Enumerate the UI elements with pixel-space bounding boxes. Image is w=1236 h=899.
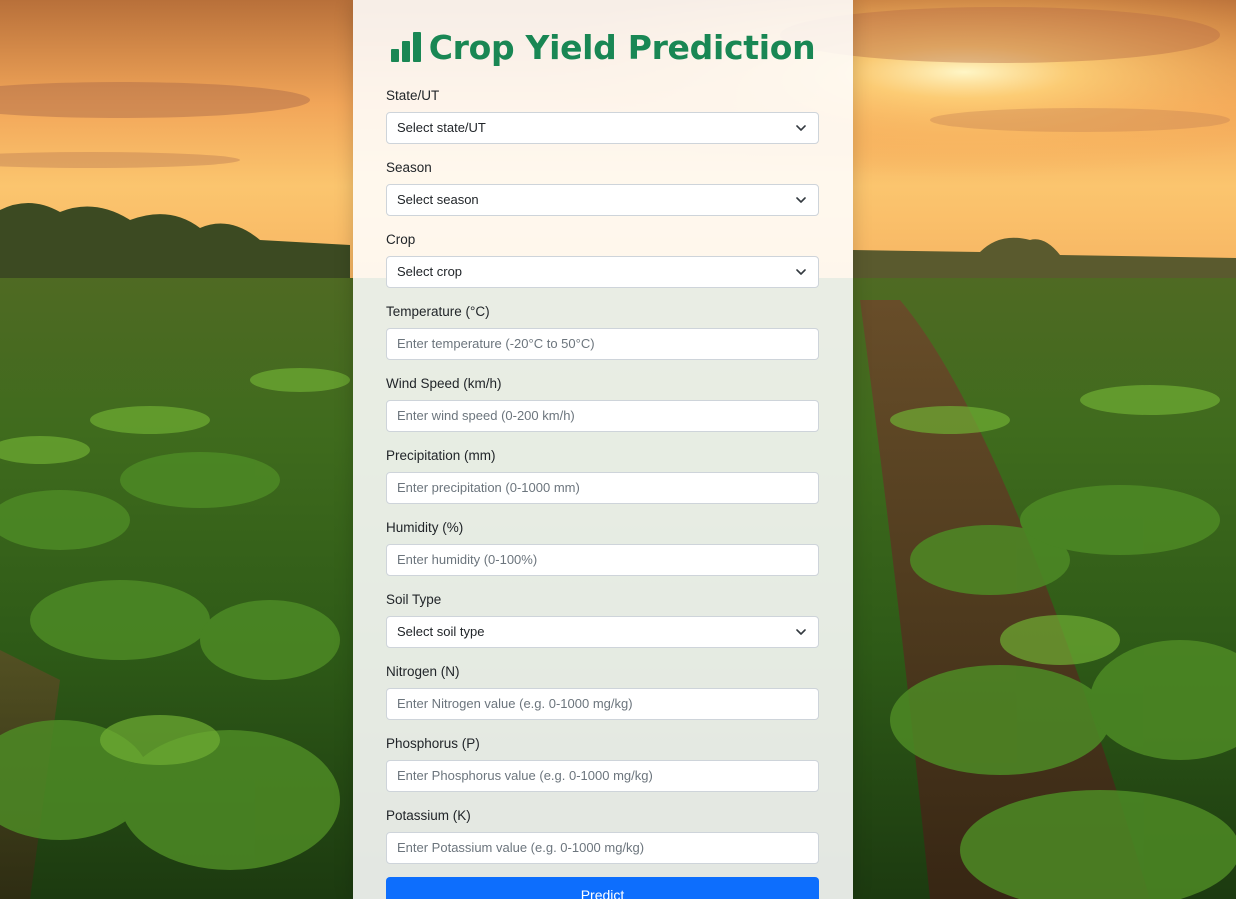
page: Crop Yield Prediction State/UT Select sta… <box>0 0 1236 899</box>
temperature-field: Temperature (°C) Enter temperature (-20°C… <box>386 304 820 360</box>
temperature-input[interactable]: Enter temperature (-20°C to 50°C) <box>386 328 819 360</box>
precipitation-input[interactable]: Enter precipitation (0-1000 mm) <box>386 472 819 504</box>
crop-select[interactable]: Select crop <box>386 256 819 288</box>
humidity-input[interactable]: Enter humidity (0-100%) <box>386 544 819 576</box>
crop-field: Crop Select crop <box>386 232 820 288</box>
season-selected-value: Select season <box>397 192 479 207</box>
wind-speed-placeholder: Enter wind speed (0-200 km/h) <box>397 408 575 423</box>
soil-type-select[interactable]: Select soil type <box>386 616 819 648</box>
bar-chart-icon <box>390 32 421 62</box>
phosphorus-placeholder: Enter Phosphorus value (e.g. 0-1000 mg/k… <box>397 768 653 783</box>
page-title: Crop Yield Prediction <box>386 0 820 75</box>
crop-label: Crop <box>386 232 416 247</box>
wind-speed-input[interactable]: Enter wind speed (0-200 km/h) <box>386 400 819 432</box>
soil-type-label: Soil Type <box>386 592 442 607</box>
temperature-label: Temperature (°C) <box>386 304 490 319</box>
state-ut-label: State/UT <box>386 88 440 103</box>
wind-speed-label: Wind Speed (km/h) <box>386 376 502 391</box>
chevron-down-icon <box>796 269 806 275</box>
chevron-down-icon <box>796 125 806 131</box>
soil-type-field: Soil Type Select soil type <box>386 592 820 648</box>
nitrogen-input[interactable]: Enter Nitrogen value (e.g. 0-1000 mg/kg) <box>386 688 819 720</box>
chevron-down-icon <box>796 629 806 635</box>
prediction-form-card: Crop Yield Prediction State/UT Select sta… <box>353 0 853 899</box>
title-text: Crop Yield Prediction <box>428 27 816 67</box>
season-label: Season <box>386 160 432 175</box>
potassium-input[interactable]: Enter Potassium value (e.g. 0-1000 mg/kg… <box>386 832 819 864</box>
precipitation-placeholder: Enter precipitation (0-1000 mm) <box>397 480 580 495</box>
potassium-label: Potassium (K) <box>386 808 471 823</box>
humidity-label: Humidity (%) <box>386 520 464 535</box>
temperature-placeholder: Enter temperature (-20°C to 50°C) <box>397 336 595 351</box>
wind-speed-field: Wind Speed (km/h) Enter wind speed (0-200… <box>386 376 820 432</box>
phosphorus-field: Phosphorus (P) Enter Phosphorus value (e.… <box>386 736 820 792</box>
humidity-field: Humidity (%) Enter humidity (0-100%) <box>386 520 820 576</box>
season-field: Season Select season <box>386 160 820 216</box>
predict-button[interactable]: Predict <box>386 877 819 899</box>
nitrogen-placeholder: Enter Nitrogen value (e.g. 0-1000 mg/kg) <box>397 696 633 711</box>
phosphorus-label: Phosphorus (P) <box>386 736 480 751</box>
nitrogen-field: Nitrogen (N) Enter Nitrogen value (e.g. 0… <box>386 664 820 720</box>
state-ut-field: State/UT Select state/UT <box>386 88 820 144</box>
potassium-placeholder: Enter Potassium value (e.g. 0-1000 mg/kg… <box>397 840 645 855</box>
potassium-field: Potassium (K) Enter Potassium value (e.g.… <box>386 808 820 864</box>
nitrogen-label: Nitrogen (N) <box>386 664 460 679</box>
chevron-down-icon <box>796 197 806 203</box>
phosphorus-input[interactable]: Enter Phosphorus value (e.g. 0-1000 mg/k… <box>386 760 819 792</box>
form-fields: State/UT Select state/UT Season Select seas… <box>386 88 820 864</box>
crop-selected-value: Select crop <box>397 264 463 279</box>
precipitation-field: Precipitation (mm) Enter precipitation (0… <box>386 448 820 504</box>
season-select[interactable]: Select season <box>386 184 819 216</box>
precipitation-label: Precipitation (mm) <box>386 448 496 463</box>
state-ut-selected-value: Select state/UT <box>397 120 486 135</box>
humidity-placeholder: Enter humidity (0-100%) <box>397 552 538 567</box>
state-ut-select[interactable]: Select state/UT <box>386 112 819 144</box>
soil-type-selected-value: Select soil type <box>397 624 485 639</box>
